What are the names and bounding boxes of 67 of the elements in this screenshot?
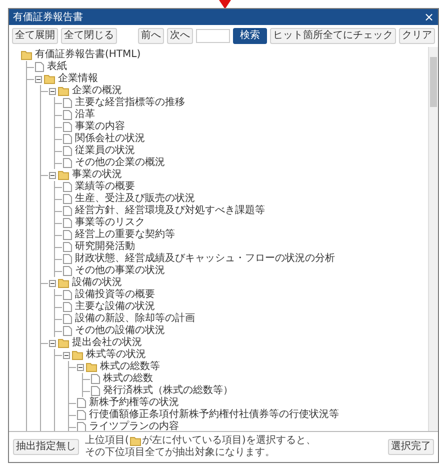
tree-item[interactable]: 沿革 xyxy=(74,109,96,121)
collapse-icon[interactable] xyxy=(63,352,70,358)
collapse-all-button[interactable]: 全て閉じる xyxy=(61,28,117,44)
tree-item[interactable]: 主要な設備の状況 xyxy=(74,301,156,313)
folder-icon xyxy=(58,86,69,96)
folder-icon xyxy=(58,338,69,348)
pointer-icon xyxy=(219,0,231,9)
tree-item[interactable]: 新株予約権等の状況 xyxy=(88,397,180,409)
tree-item[interactable]: 関係会社の状況 xyxy=(74,133,146,145)
folder-icon xyxy=(58,170,69,180)
expand-all-button[interactable]: 全て展開 xyxy=(12,28,58,44)
folder-icon xyxy=(86,362,97,372)
folder-icon xyxy=(58,278,69,288)
window-title: 有価証券報告書 xyxy=(13,10,83,24)
next-button[interactable]: 次へ xyxy=(167,28,193,44)
tree-item[interactable]: 経営方針、経営環境及び対処すべき課題等 xyxy=(74,205,266,217)
scroll-thumb[interactable] xyxy=(430,57,437,107)
hint-text: 上位項目( xyxy=(85,435,129,447)
tree-item[interactable]: ライツプランの内容 xyxy=(88,421,180,431)
clear-button[interactable]: クリア xyxy=(399,28,435,44)
tree-item[interactable]: 主要な経営指標等の推移 xyxy=(74,97,186,109)
tree-item[interactable]: 従業員の状況 xyxy=(74,145,136,157)
collapse-icon[interactable] xyxy=(49,340,56,346)
tree-item[interactable]: その他の設備の状況 xyxy=(74,325,166,337)
tree-item[interactable]: 株式等の状況 xyxy=(85,349,147,361)
tree-item[interactable]: 発行済株式（株式の総数等） xyxy=(102,385,234,397)
close-button[interactable]: × xyxy=(424,10,434,24)
tree-item[interactable]: 業績等の概要 xyxy=(74,181,136,193)
folder-icon xyxy=(72,350,83,360)
collapse-icon[interactable] xyxy=(35,76,42,82)
tree-item[interactable]: 経営上の重要な契約等 xyxy=(74,229,176,241)
search-field[interactable] xyxy=(196,29,230,43)
tree-item[interactable]: 財政状態、経営成績及びキャッシュ・フローの状況の分析 xyxy=(74,253,336,265)
tree-item[interactable]: 事業等のリスク xyxy=(74,217,146,229)
check-all-hits-button[interactable]: ヒット箇所全てにチェック xyxy=(270,28,396,44)
tree-item[interactable]: 企業情報 xyxy=(57,73,99,85)
done-button[interactable]: 選択完了 xyxy=(388,439,434,455)
hint-text: その下位項目全てが抽出対象になります。 xyxy=(85,447,275,458)
tree-item[interactable]: 事業の状況 xyxy=(71,169,123,181)
folder-icon xyxy=(44,74,55,84)
tree-item[interactable]: 事業の内容 xyxy=(74,121,126,133)
hint-text: が左に付いている項目)を選択すると、 xyxy=(142,435,316,446)
tree-item[interactable]: 設備の新設、除却等の計画 xyxy=(74,313,196,325)
collapse-icon[interactable] xyxy=(49,280,56,286)
tree-item[interactable]: 生産、受注及び販売の状況 xyxy=(74,193,196,205)
tree-item[interactable]: 設備の状況 xyxy=(71,277,123,289)
tree-item[interactable]: 行使価額修正条項付新株予約権付社債券等の行使状況等 xyxy=(88,409,340,421)
folder-icon xyxy=(21,50,32,60)
tree-item[interactable]: 提出会社の状況 xyxy=(71,337,143,349)
tree-item[interactable]: 設備投資等の概要 xyxy=(74,289,156,301)
tree-item[interactable]: 有価証券報告書(HTML) xyxy=(34,49,142,61)
collapse-icon[interactable] xyxy=(49,88,56,94)
collapse-icon[interactable] xyxy=(49,172,56,178)
no-filter-button[interactable]: 抽出指定無し xyxy=(13,439,79,455)
folder-icon xyxy=(130,436,141,446)
search-button[interactable]: 検索 xyxy=(233,28,267,44)
page-icon xyxy=(35,62,44,72)
tree-item[interactable]: 企業の概況 xyxy=(71,85,123,97)
tree-item[interactable]: 株式の総数 xyxy=(102,373,154,385)
tree-item[interactable]: 株式の総数等 xyxy=(99,361,161,373)
collapse-icon[interactable] xyxy=(77,364,84,370)
tree-item[interactable]: 表紙 xyxy=(46,61,68,73)
previous-button[interactable]: 前へ xyxy=(138,28,164,44)
tree-item[interactable]: その他の事業の状況 xyxy=(74,265,166,277)
tree-item[interactable]: 研究開発活動 xyxy=(74,241,136,253)
scrollbar[interactable] xyxy=(428,47,438,431)
tree-item[interactable]: その他の企業の概況 xyxy=(74,157,166,169)
